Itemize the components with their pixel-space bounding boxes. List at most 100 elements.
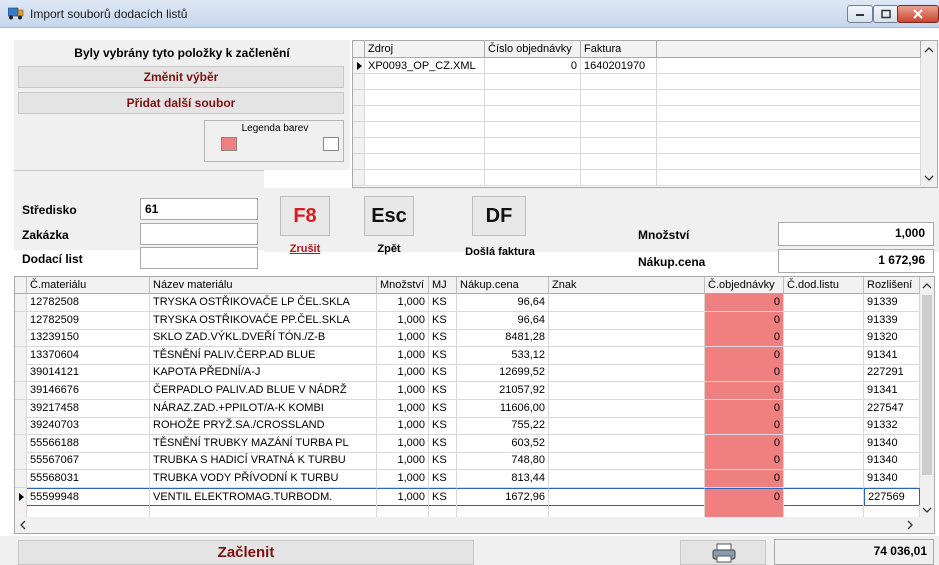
cell-price[interactable]: 1672,96 — [457, 487, 549, 506]
cell-quantity[interactable]: 1,000 — [377, 434, 429, 453]
cell-resolution[interactable]: 91332 — [864, 417, 920, 436]
cell-empty[interactable] — [657, 154, 921, 170]
cell-zdroj[interactable] — [365, 154, 485, 170]
row-indicator[interactable] — [15, 452, 27, 471]
cell-zdroj[interactable] — [365, 90, 485, 106]
cell-material-no[interactable]: 13239150 — [27, 329, 150, 348]
cell-unit[interactable]: KS — [429, 311, 457, 330]
cell-empty[interactable] — [657, 74, 921, 90]
cell-sign[interactable] — [549, 487, 705, 506]
change-selection-button[interactable]: Změnit výběr — [18, 66, 344, 88]
cell-order-no[interactable]: 0 — [705, 434, 784, 453]
cell-material-name[interactable]: NÁRAZ.ZAD.+PPILOT/A-K KOMBI — [150, 399, 377, 418]
col-header-material-no[interactable]: Č.materiálu — [27, 277, 150, 294]
cell-cislo[interactable] — [485, 106, 581, 122]
cell-zdroj[interactable] — [365, 170, 485, 186]
cell-sign[interactable] — [549, 452, 705, 471]
zaclenit-button[interactable]: Začlenit — [18, 540, 474, 565]
cell-delivery-no[interactable] — [784, 470, 864, 488]
table-row[interactable]: 12782508 TRYSKA OSTŘIKOVAČE LP ČEL.SKLA 1,… — [15, 294, 920, 312]
esc-key-button[interactable]: Esc — [364, 196, 414, 236]
row-indicator[interactable] — [353, 170, 365, 186]
cell-sign[interactable] — [549, 329, 705, 348]
col-header-material-name[interactable]: Název materiálu — [150, 277, 377, 294]
close-button[interactable] — [897, 5, 939, 23]
stredisko-field[interactable]: 61 — [140, 198, 258, 220]
cell-material-no[interactable]: 55566188 — [27, 434, 150, 453]
cell-resolution-active[interactable]: 227569 — [864, 487, 920, 506]
cell-material-no[interactable]: 39146676 — [27, 382, 150, 400]
cell-price[interactable]: 748,80 — [457, 452, 549, 471]
row-indicator[interactable] — [353, 58, 365, 74]
row-indicator[interactable] — [15, 417, 27, 436]
cell-empty[interactable] — [657, 170, 921, 186]
cell-quantity[interactable]: 1,000 — [377, 311, 429, 330]
cell-resolution[interactable]: 227547 — [864, 399, 920, 418]
cell-material-name[interactable]: SKLO ZAD.VÝKL.DVEŘÍ TÓN./Z-B — [150, 329, 377, 348]
cell-material-name[interactable]: KAPOTA PŘEDNÍ/A-J — [150, 364, 377, 383]
table-row[interactable]: 55567067 TRUBKA S HADICÍ VRATNÁ K TURBU 1,… — [15, 452, 920, 471]
cell-quantity[interactable]: 1,000 — [377, 346, 429, 365]
cell-faktura[interactable]: 1640201970 — [581, 58, 657, 74]
row-indicator[interactable] — [353, 154, 365, 170]
files-grid-scrollbar[interactable] — [921, 41, 937, 187]
cell-material-name[interactable]: TĚSNĚNÍ TRUBKY MAZÁNÍ TURBA PL — [150, 434, 377, 453]
cell-order-no[interactable]: 0 — [705, 311, 784, 330]
cell-order-no[interactable]: 0 — [705, 382, 784, 400]
cell-quantity[interactable]: 1,000 — [377, 417, 429, 436]
cell-material-name[interactable]: TRUBKA VODY PŘÍVODNÍ K TURBU — [150, 470, 377, 488]
chevron-up-icon[interactable] — [924, 47, 934, 53]
print-button[interactable] — [680, 540, 766, 565]
cell-faktura[interactable] — [581, 74, 657, 90]
cell-price[interactable]: 96,64 — [457, 294, 549, 312]
row-indicator[interactable] — [15, 434, 27, 453]
row-indicator[interactable] — [15, 311, 27, 330]
cell-order-no[interactable]: 0 — [705, 329, 784, 348]
scroll-thumb[interactable] — [922, 295, 932, 475]
cell-order-no[interactable]: 0 — [705, 399, 784, 418]
table-row[interactable]: 39146676 ČERPADLO PALIV.AD BLUE V NÁDRŽ 1,… — [15, 382, 920, 400]
cell-material-no[interactable]: 12782509 — [27, 311, 150, 330]
cell-delivery-no[interactable] — [784, 434, 864, 453]
row-indicator[interactable] — [353, 74, 365, 90]
cell-material-no[interactable]: 12782508 — [27, 294, 150, 312]
cell-order-no[interactable]: 0 — [705, 452, 784, 471]
cell-price[interactable]: 96,64 — [457, 311, 549, 330]
col-header-sign[interactable]: Znak — [549, 277, 705, 294]
cell-material-no[interactable]: 55567067 — [27, 452, 150, 471]
chevron-right-icon[interactable] — [907, 520, 913, 530]
cell-material-no[interactable]: 39240703 — [27, 417, 150, 436]
cell-quantity[interactable]: 1,000 — [377, 364, 429, 383]
row-indicator[interactable] — [353, 106, 365, 122]
cell-price[interactable]: 533,12 — [457, 346, 549, 365]
row-indicator[interactable] — [15, 329, 27, 348]
cell-cislo[interactable] — [485, 154, 581, 170]
cell-empty[interactable] — [657, 138, 921, 154]
cell-unit[interactable]: KS — [429, 470, 457, 488]
table-row[interactable]: 39217458 NÁRAZ.ZAD.+PPILOT/A-K KOMBI 1,000… — [15, 399, 920, 418]
cell-price[interactable]: 11606,00 — [457, 399, 549, 418]
cell-cislo[interactable] — [485, 74, 581, 90]
col-header-delivery-no[interactable]: Č.dod.listu — [784, 277, 864, 294]
cell-delivery-no[interactable] — [784, 382, 864, 400]
cell-order-no[interactable]: 0 — [705, 470, 784, 488]
col-header-price[interactable]: Nákup.cena — [457, 277, 549, 294]
cell-faktura[interactable] — [581, 90, 657, 106]
df-key-button[interactable]: DF — [472, 196, 526, 236]
cell-delivery-no[interactable] — [784, 311, 864, 330]
row-indicator[interactable] — [15, 346, 27, 365]
cell-sign[interactable] — [549, 294, 705, 312]
cell-empty[interactable] — [657, 106, 921, 122]
cell-price[interactable]: 8481,28 — [457, 329, 549, 348]
cell-cislo[interactable]: 0 — [485, 58, 581, 74]
cell-sign[interactable] — [549, 382, 705, 400]
cell-faktura[interactable] — [581, 122, 657, 138]
cell-material-no[interactable]: 39217458 — [27, 399, 150, 418]
cell-delivery-no[interactable] — [784, 346, 864, 365]
f8-key-button[interactable]: F8 — [280, 196, 330, 236]
cell-order-no[interactable]: 0 — [705, 294, 784, 312]
cell-price[interactable]: 813,44 — [457, 470, 549, 488]
table-row[interactable]: 39240703 ROHOŽE PRYŽ.SA./CROSSLAND 1,000 KS… — [15, 417, 920, 436]
row-indicator[interactable] — [15, 364, 27, 383]
col-header-resolution[interactable]: Rozlišení — [864, 277, 920, 294]
